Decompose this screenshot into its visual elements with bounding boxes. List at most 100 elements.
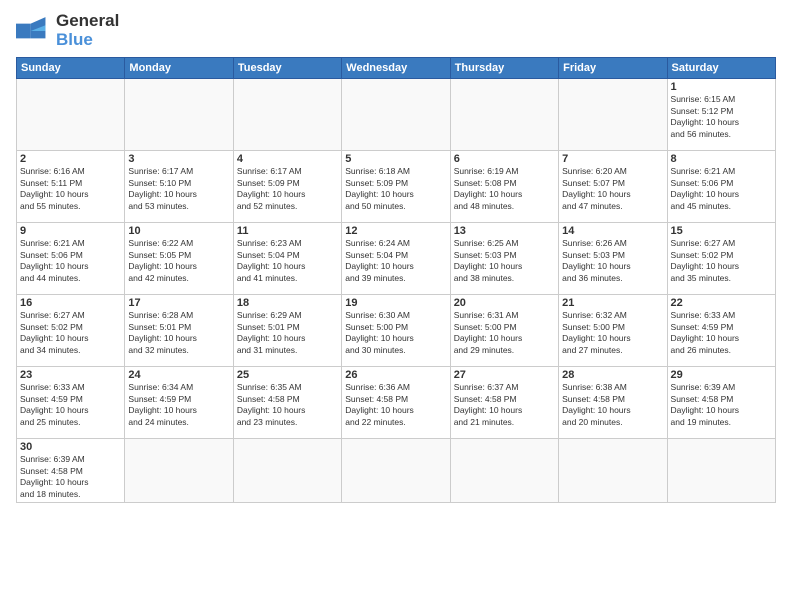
day-info: Sunrise: 6:24 AM Sunset: 5:04 PM Dayligh…: [345, 238, 446, 284]
day-info: Sunrise: 6:30 AM Sunset: 5:00 PM Dayligh…: [345, 310, 446, 356]
day-info: Sunrise: 6:19 AM Sunset: 5:08 PM Dayligh…: [454, 166, 555, 212]
day-number: 22: [671, 297, 772, 309]
day-info: Sunrise: 6:35 AM Sunset: 4:58 PM Dayligh…: [237, 382, 338, 428]
day-number: 18: [237, 297, 338, 309]
day-info: Sunrise: 6:15 AM Sunset: 5:12 PM Dayligh…: [671, 94, 772, 140]
day-info: Sunrise: 6:22 AM Sunset: 5:05 PM Dayligh…: [128, 238, 229, 284]
col-header-friday: Friday: [559, 58, 667, 79]
calendar-cell: 18Sunrise: 6:29 AM Sunset: 5:01 PM Dayli…: [233, 295, 341, 367]
day-number: 26: [345, 369, 446, 381]
calendar-cell: 1Sunrise: 6:15 AM Sunset: 5:12 PM Daylig…: [667, 79, 775, 151]
day-number: 17: [128, 297, 229, 309]
calendar-cell: [17, 79, 125, 151]
day-info: Sunrise: 6:21 AM Sunset: 5:06 PM Dayligh…: [671, 166, 772, 212]
day-number: 3: [128, 153, 229, 165]
calendar-cell: 13Sunrise: 6:25 AM Sunset: 5:03 PM Dayli…: [450, 223, 558, 295]
logo-text: General Blue: [56, 12, 119, 49]
day-number: 27: [454, 369, 555, 381]
col-header-thursday: Thursday: [450, 58, 558, 79]
col-header-sunday: Sunday: [17, 58, 125, 79]
calendar-week-1: 1Sunrise: 6:15 AM Sunset: 5:12 PM Daylig…: [17, 79, 776, 151]
day-number: 2: [20, 153, 121, 165]
day-info: Sunrise: 6:20 AM Sunset: 5:07 PM Dayligh…: [562, 166, 663, 212]
calendar-cell: 28Sunrise: 6:38 AM Sunset: 4:58 PM Dayli…: [559, 367, 667, 439]
day-number: 8: [671, 153, 772, 165]
day-info: Sunrise: 6:18 AM Sunset: 5:09 PM Dayligh…: [345, 166, 446, 212]
calendar-cell: [125, 439, 233, 503]
calendar-cell: 15Sunrise: 6:27 AM Sunset: 5:02 PM Dayli…: [667, 223, 775, 295]
calendar-week-3: 9Sunrise: 6:21 AM Sunset: 5:06 PM Daylig…: [17, 223, 776, 295]
day-number: 14: [562, 225, 663, 237]
calendar-cell: 17Sunrise: 6:28 AM Sunset: 5:01 PM Dayli…: [125, 295, 233, 367]
day-number: 11: [237, 225, 338, 237]
header: General Blue: [16, 12, 776, 49]
calendar-cell: 16Sunrise: 6:27 AM Sunset: 5:02 PM Dayli…: [17, 295, 125, 367]
day-number: 29: [671, 369, 772, 381]
day-info: Sunrise: 6:17 AM Sunset: 5:09 PM Dayligh…: [237, 166, 338, 212]
day-info: Sunrise: 6:17 AM Sunset: 5:10 PM Dayligh…: [128, 166, 229, 212]
day-info: Sunrise: 6:31 AM Sunset: 5:00 PM Dayligh…: [454, 310, 555, 356]
day-number: 21: [562, 297, 663, 309]
calendar-cell: 14Sunrise: 6:26 AM Sunset: 5:03 PM Dayli…: [559, 223, 667, 295]
day-number: 6: [454, 153, 555, 165]
day-info: Sunrise: 6:39 AM Sunset: 4:58 PM Dayligh…: [20, 454, 121, 500]
calendar-cell: 12Sunrise: 6:24 AM Sunset: 5:04 PM Dayli…: [342, 223, 450, 295]
day-number: 12: [345, 225, 446, 237]
calendar-cell: [342, 79, 450, 151]
calendar-cell: [667, 439, 775, 503]
calendar-cell: 8Sunrise: 6:21 AM Sunset: 5:06 PM Daylig…: [667, 151, 775, 223]
day-number: 4: [237, 153, 338, 165]
day-info: Sunrise: 6:34 AM Sunset: 4:59 PM Dayligh…: [128, 382, 229, 428]
col-header-monday: Monday: [125, 58, 233, 79]
day-number: 24: [128, 369, 229, 381]
calendar-cell: 25Sunrise: 6:35 AM Sunset: 4:58 PM Dayli…: [233, 367, 341, 439]
day-info: Sunrise: 6:37 AM Sunset: 4:58 PM Dayligh…: [454, 382, 555, 428]
day-info: Sunrise: 6:21 AM Sunset: 5:06 PM Dayligh…: [20, 238, 121, 284]
day-info: Sunrise: 6:28 AM Sunset: 5:01 PM Dayligh…: [128, 310, 229, 356]
calendar-cell: 23Sunrise: 6:33 AM Sunset: 4:59 PM Dayli…: [17, 367, 125, 439]
day-number: 28: [562, 369, 663, 381]
calendar-cell: [233, 439, 341, 503]
calendar-table: SundayMondayTuesdayWednesdayThursdayFrid…: [16, 57, 776, 503]
page: General Blue SundayMondayTuesdayWednesda…: [0, 0, 792, 612]
logo-icon: [16, 17, 52, 45]
day-info: Sunrise: 6:27 AM Sunset: 5:02 PM Dayligh…: [671, 238, 772, 284]
day-info: Sunrise: 6:32 AM Sunset: 5:00 PM Dayligh…: [562, 310, 663, 356]
day-number: 23: [20, 369, 121, 381]
calendar-week-2: 2Sunrise: 6:16 AM Sunset: 5:11 PM Daylig…: [17, 151, 776, 223]
calendar-cell: 2Sunrise: 6:16 AM Sunset: 5:11 PM Daylig…: [17, 151, 125, 223]
day-number: 30: [20, 441, 121, 453]
day-number: 1: [671, 81, 772, 93]
day-number: 13: [454, 225, 555, 237]
calendar-cell: 21Sunrise: 6:32 AM Sunset: 5:00 PM Dayli…: [559, 295, 667, 367]
col-header-tuesday: Tuesday: [233, 58, 341, 79]
calendar-cell: 9Sunrise: 6:21 AM Sunset: 5:06 PM Daylig…: [17, 223, 125, 295]
calendar-cell: 19Sunrise: 6:30 AM Sunset: 5:00 PM Dayli…: [342, 295, 450, 367]
calendar-cell: [559, 439, 667, 503]
calendar-cell: 4Sunrise: 6:17 AM Sunset: 5:09 PM Daylig…: [233, 151, 341, 223]
day-number: 25: [237, 369, 338, 381]
calendar-cell: [559, 79, 667, 151]
calendar-cell: 20Sunrise: 6:31 AM Sunset: 5:00 PM Dayli…: [450, 295, 558, 367]
day-info: Sunrise: 6:39 AM Sunset: 4:58 PM Dayligh…: [671, 382, 772, 428]
calendar-cell: 10Sunrise: 6:22 AM Sunset: 5:05 PM Dayli…: [125, 223, 233, 295]
calendar-cell: 24Sunrise: 6:34 AM Sunset: 4:59 PM Dayli…: [125, 367, 233, 439]
calendar-cell: 7Sunrise: 6:20 AM Sunset: 5:07 PM Daylig…: [559, 151, 667, 223]
day-info: Sunrise: 6:33 AM Sunset: 4:59 PM Dayligh…: [20, 382, 121, 428]
calendar-cell: [342, 439, 450, 503]
day-number: 20: [454, 297, 555, 309]
day-info: Sunrise: 6:16 AM Sunset: 5:11 PM Dayligh…: [20, 166, 121, 212]
day-info: Sunrise: 6:25 AM Sunset: 5:03 PM Dayligh…: [454, 238, 555, 284]
calendar-week-4: 16Sunrise: 6:27 AM Sunset: 5:02 PM Dayli…: [17, 295, 776, 367]
day-info: Sunrise: 6:29 AM Sunset: 5:01 PM Dayligh…: [237, 310, 338, 356]
day-number: 16: [20, 297, 121, 309]
calendar-cell: [125, 79, 233, 151]
day-number: 9: [20, 225, 121, 237]
day-number: 15: [671, 225, 772, 237]
calendar-cell: 11Sunrise: 6:23 AM Sunset: 5:04 PM Dayli…: [233, 223, 341, 295]
calendar-cell: [450, 79, 558, 151]
day-number: 10: [128, 225, 229, 237]
calendar-cell: 6Sunrise: 6:19 AM Sunset: 5:08 PM Daylig…: [450, 151, 558, 223]
col-header-saturday: Saturday: [667, 58, 775, 79]
day-info: Sunrise: 6:36 AM Sunset: 4:58 PM Dayligh…: [345, 382, 446, 428]
